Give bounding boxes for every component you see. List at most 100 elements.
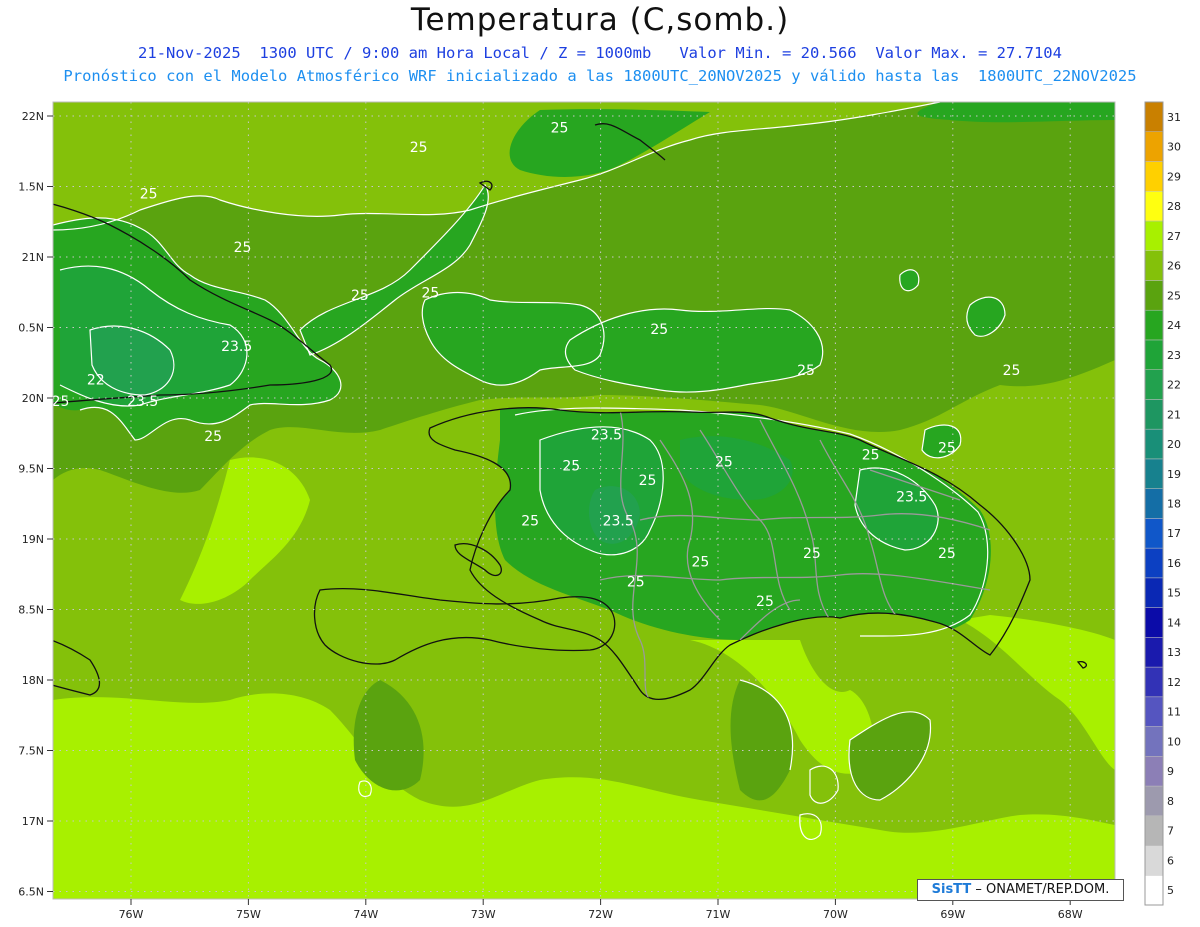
contour-label: 25 xyxy=(938,440,956,456)
contour-label: 25 xyxy=(627,574,645,590)
forecast-line: Pronóstico con el Modelo Atmosférico WRF… xyxy=(63,67,1137,85)
colorbar-label: 21 xyxy=(1167,408,1181,421)
lat-tick-label: 7.5N xyxy=(18,745,44,758)
colorbar-swatch xyxy=(1144,309,1164,341)
colorbar-label: 24 xyxy=(1167,319,1181,332)
lat-tick-label: 22N xyxy=(22,110,44,123)
contour-label: 25 xyxy=(650,322,668,338)
contour-label: 25 xyxy=(797,363,815,379)
contour-label: 25 xyxy=(204,429,222,445)
lat-tick-label: 20N xyxy=(22,392,44,405)
colorbar-swatch xyxy=(1144,547,1164,579)
colorbar-swatch xyxy=(1144,785,1164,817)
pressure-level: Z = 1000mb xyxy=(558,44,652,62)
contour-label: 25 xyxy=(1003,363,1021,379)
contour-label: 23.5 xyxy=(127,394,158,410)
colorbar-label: 9 xyxy=(1167,765,1174,778)
lon-tick-label: 72W xyxy=(588,908,613,921)
colorbar-label: 26 xyxy=(1167,260,1181,273)
sistt-logo: SisTT xyxy=(931,882,972,897)
colorbar-swatch xyxy=(1144,845,1164,876)
colorbar-swatch xyxy=(1144,131,1164,162)
colorbar-label: 7 xyxy=(1167,825,1174,838)
contour-label: 23.5 xyxy=(603,514,634,530)
lat-tick-label: 8.5N xyxy=(18,604,44,617)
lon-tick-label: 69W xyxy=(940,908,965,921)
cool-region-24 xyxy=(917,102,1115,123)
credit-org: – ONAMET/REP.DOM. xyxy=(971,882,1110,897)
colorbar-swatch xyxy=(1144,756,1164,787)
colorbar-label: 25 xyxy=(1167,289,1181,302)
colorbar-swatch xyxy=(1144,220,1164,251)
colorbar-label: 15 xyxy=(1167,587,1181,600)
colorbar-swatch xyxy=(1144,726,1164,757)
colorbar-swatch xyxy=(1144,190,1164,222)
colorbar-swatch xyxy=(1144,428,1164,460)
lon-tick-label: 74W xyxy=(353,908,378,921)
contour-label: 25 xyxy=(691,555,709,571)
colorbar-label: 17 xyxy=(1167,527,1181,540)
contour-label: 23.5 xyxy=(591,428,622,444)
colorbar-swatch xyxy=(1144,369,1164,400)
colorbar-swatch xyxy=(1144,518,1164,549)
contour-label: 25 xyxy=(234,240,252,256)
lat-tick-label: 18N xyxy=(22,674,44,687)
contour-label: 25 xyxy=(715,454,733,470)
lat-tick-label: 21N xyxy=(22,251,44,264)
colorbar-swatch xyxy=(1144,875,1164,906)
colorbar-label: 5 xyxy=(1167,884,1174,897)
colorbar-label: 13 xyxy=(1167,646,1181,659)
contour-label: 23.5 xyxy=(896,490,927,506)
contour-label: 25 xyxy=(351,288,369,304)
lat-tick-label: 9.5N xyxy=(18,463,44,476)
contour-label: 25 xyxy=(140,187,158,203)
colorbar-swatch xyxy=(1144,815,1164,846)
colorbar-label: 28 xyxy=(1167,200,1181,213)
colorbar-label: 29 xyxy=(1167,170,1181,183)
contour-label: 25 xyxy=(521,514,539,530)
validity-line: 21-Nov-2025 1300 UTC / 9:00 am Hora Loca… xyxy=(138,44,1062,62)
colorbar-swatch xyxy=(1144,696,1164,727)
colorbar-swatch xyxy=(1144,637,1164,668)
contour-label: 23.5 xyxy=(221,339,252,355)
valid-date: 21-Nov-2025 xyxy=(138,44,241,62)
colorbar-label: 11 xyxy=(1167,706,1181,719)
contour-label: 25 xyxy=(803,546,821,562)
lat-tick-label: 19N xyxy=(22,533,44,546)
contour-label: 25 xyxy=(862,447,880,463)
credit-box: SisTT – ONAMET/REP.DOM. xyxy=(917,879,1124,901)
lon-tick-label: 68W xyxy=(1058,908,1083,921)
colorbar-label: 10 xyxy=(1167,735,1181,748)
colorbar-label: 14 xyxy=(1167,616,1181,629)
contour-label: 25 xyxy=(562,459,580,475)
lon-tick-label: 71W xyxy=(706,908,731,921)
contour-label: 25 xyxy=(639,473,657,489)
colorbar-label: 8 xyxy=(1167,795,1174,808)
longitude-axis: 76W 75W 74W 73W 72W 71W 70W 69W 68W xyxy=(119,899,1083,921)
lat-tick-label: 17N xyxy=(22,815,44,828)
colorbar-swatch xyxy=(1144,488,1164,519)
valid-utc: 1300 UTC xyxy=(259,44,335,62)
colorbar-swatch xyxy=(1144,161,1164,192)
colorbar-label: 19 xyxy=(1167,468,1181,481)
colorbar-label: 23 xyxy=(1167,349,1181,362)
contour-label: 25 xyxy=(551,120,569,136)
colorbar-label: 27 xyxy=(1167,230,1181,243)
lat-tick-label: 6.5N xyxy=(18,886,44,899)
lon-tick-label: 70W xyxy=(823,908,848,921)
max-value: Valor Max. = 27.7104 xyxy=(875,44,1062,62)
latitude-axis: 22N 1.5N 21N 0.5N 20N 9.5N 19N 8.5N 18N 7.5N 17N 6.… xyxy=(18,110,53,899)
colorbar-label: 6 xyxy=(1167,854,1174,867)
contour-label: 22 xyxy=(87,373,105,389)
lat-tick-label: 0.5N xyxy=(18,322,44,335)
colorbar-swatch xyxy=(1144,250,1164,281)
colorbar-swatch xyxy=(1144,577,1164,608)
contour-label: 25 xyxy=(421,285,439,301)
colorbar-swatch xyxy=(1144,458,1164,489)
lon-tick-label: 75W xyxy=(236,908,261,921)
colorbar-swatch xyxy=(1144,101,1164,132)
temperature-map: 25 25 25 25 25 25 25 25 25 25 25 25 25 25 25 25 25 25 25 25… xyxy=(18,101,1181,921)
colorbar-label: 12 xyxy=(1167,676,1181,689)
contour-label: 25 xyxy=(756,594,774,610)
valid-local-time: 9:00 am Hora Local xyxy=(362,44,530,62)
